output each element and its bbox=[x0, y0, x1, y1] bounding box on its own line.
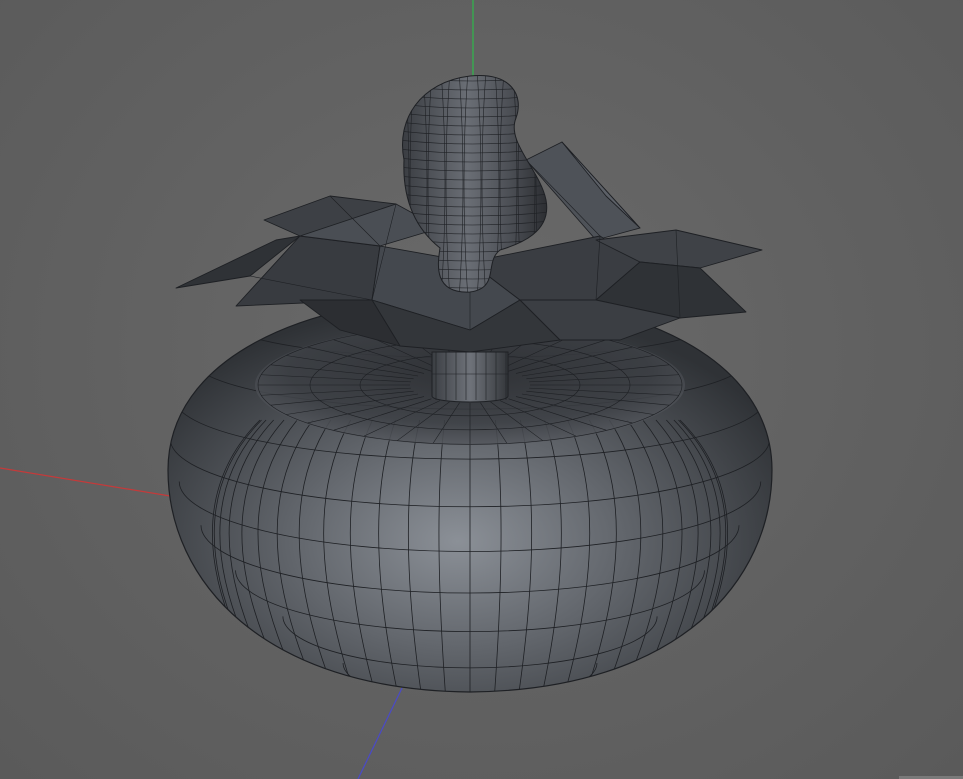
viewport-scene[interactable] bbox=[0, 0, 963, 779]
3d-viewport[interactable] bbox=[0, 0, 963, 779]
connector-cylinder[interactable] bbox=[431, 351, 509, 403]
x-axis-line bbox=[0, 467, 171, 497]
z-axis-line bbox=[357, 687, 403, 779]
